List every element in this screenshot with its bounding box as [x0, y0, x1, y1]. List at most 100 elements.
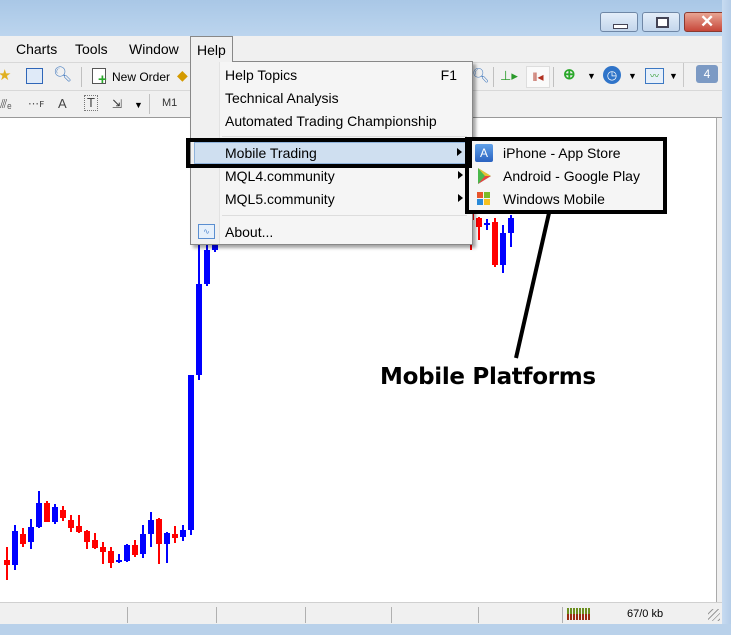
status-separator — [127, 607, 128, 623]
candle-bullish — [52, 507, 58, 522]
toolbar-separator — [553, 67, 554, 87]
candle-bearish — [68, 520, 74, 528]
status-separator — [478, 607, 479, 623]
candle-bullish — [196, 284, 202, 375]
candle-bearish — [92, 540, 98, 548]
annotation-box-mobile-platforms — [465, 137, 667, 214]
menu-item-label: MQL4.community — [225, 168, 335, 184]
menu-item-help-topics[interactable]: Help Topics F1 — [194, 64, 469, 86]
candle-bearish — [156, 519, 162, 544]
candle-bullish — [484, 223, 490, 225]
candle-bullish — [124, 545, 130, 561]
candle-bearish — [76, 526, 82, 532]
indicators-icon[interactable]: 〰 — [645, 68, 664, 84]
window-minimize-button[interactable] — [600, 12, 638, 32]
menu-charts[interactable]: Charts — [16, 41, 57, 57]
candle-bullish — [204, 250, 210, 284]
candle-bullish — [188, 375, 194, 530]
menu-bar: Charts Tools Window _ ❐ ✕ — [0, 36, 731, 96]
new-order-button[interactable]: + New Order — [90, 66, 172, 88]
status-separator — [562, 607, 563, 623]
menu-help[interactable]: Help — [190, 36, 233, 62]
maximize-icon — [656, 17, 669, 28]
close-icon: ✕ — [700, 12, 715, 31]
candle-bullish — [180, 530, 186, 537]
candle-bullish — [140, 534, 146, 554]
autoscroll-icon[interactable]: ‖◂ — [526, 66, 550, 88]
minimize-icon — [613, 24, 628, 29]
candle-bullish — [164, 533, 170, 544]
profiles-icon[interactable]: ★ — [0, 68, 11, 84]
candle-bearish — [4, 560, 10, 565]
submenu-arrow-icon — [458, 194, 463, 202]
text-label-icon[interactable]: T — [84, 95, 98, 111]
menu-separator — [222, 136, 467, 137]
candle-bearish — [100, 547, 106, 552]
candle-bearish — [84, 531, 90, 542]
market-watch-icon[interactable] — [26, 68, 43, 84]
new-order-label: New Order — [112, 70, 171, 84]
annotation-box-mobile-trading — [186, 138, 472, 168]
menu-item-mql4-community[interactable]: MQL4.community — [194, 165, 469, 187]
indicators-dropdown-icon[interactable]: ▼ — [669, 68, 678, 84]
menu-item-mql5-community[interactable]: MQL5.community — [194, 188, 469, 210]
menu-separator — [222, 215, 467, 216]
menu-item-technical-analysis[interactable]: Technical Analysis — [194, 87, 469, 109]
chart-shift-icon[interactable]: ⊥▸ — [500, 68, 518, 84]
candle-bullish — [148, 520, 154, 534]
annotation-pointer-line — [514, 212, 551, 359]
toolbar-separator — [493, 67, 494, 87]
arrows-icon[interactable]: ⇲ — [112, 96, 122, 112]
candle-bullish — [12, 531, 18, 565]
menu-item-label: MQL5.community — [225, 191, 335, 207]
menu-item-automated-trading-championship[interactable]: Automated Trading Championship — [194, 110, 469, 132]
candle-bearish — [132, 545, 138, 555]
timeframe-m1-button[interactable]: M1 — [162, 97, 177, 109]
candle-bearish — [476, 218, 482, 227]
menu-tools[interactable]: Tools — [75, 41, 108, 57]
window-right-border — [722, 0, 731, 635]
periods-clock-icon[interactable]: ◷ — [603, 66, 621, 84]
submenu-arrow-icon — [458, 171, 463, 179]
navigator-zoom-icon[interactable]: 🔍︎ — [53, 67, 72, 83]
templates-dropdown-icon[interactable]: ▼ — [587, 68, 596, 84]
candle-bearish — [108, 551, 114, 563]
menu-item-label: Technical Analysis — [225, 90, 339, 106]
status-separator — [216, 607, 217, 623]
about-icon: ∿ — [198, 224, 215, 239]
menu-item-label: Help Topics — [225, 67, 298, 83]
text-icon[interactable]: A — [58, 96, 67, 112]
status-separator — [391, 607, 392, 623]
window-bottom-border — [0, 624, 731, 635]
menu-item-shortcut: F1 — [440, 67, 457, 83]
candle-bullish — [116, 560, 122, 562]
templates-icon[interactable]: ⊕ — [563, 67, 576, 83]
menu-item-about[interactable]: ∿ About... — [194, 221, 469, 243]
toolbar-separator — [149, 94, 150, 114]
title-bar: ✕ — [0, 0, 731, 36]
candle-bearish — [44, 503, 50, 522]
periods-dropdown-icon[interactable]: ▼ — [628, 68, 637, 84]
toolbar-separator — [81, 67, 82, 87]
resize-grip-icon[interactable] — [708, 609, 720, 621]
candle-bullish — [28, 527, 34, 542]
menu-help-label: Help — [197, 42, 226, 58]
connection-status-icon[interactable] — [567, 608, 591, 620]
plus-icon: + — [98, 71, 107, 88]
fibonacci-expansion-icon[interactable]: ⫻ₑ — [0, 96, 12, 112]
menu-window[interactable]: Window — [129, 41, 179, 57]
window-maximize-button[interactable] — [642, 12, 680, 32]
candle-bearish — [20, 534, 26, 544]
arrows-dropdown-icon[interactable]: ▼ — [134, 97, 143, 113]
status-bar: 67/0 kb — [0, 602, 722, 625]
candle-bearish — [172, 534, 178, 538]
notification-badge[interactable]: 4 — [696, 65, 718, 83]
autotrading-icon[interactable]: ◆ — [177, 67, 188, 83]
candle-bullish — [36, 503, 42, 527]
fibonacci-fan-icon[interactable]: ⋯ꜰ — [28, 96, 44, 112]
toolbar-separator — [683, 63, 684, 87]
annotation-label: Mobile Platforms — [380, 364, 596, 390]
zoom-icon[interactable]: 🔍︎ — [472, 67, 490, 83]
candle-bearish — [60, 510, 66, 518]
candle-bearish — [492, 222, 498, 265]
